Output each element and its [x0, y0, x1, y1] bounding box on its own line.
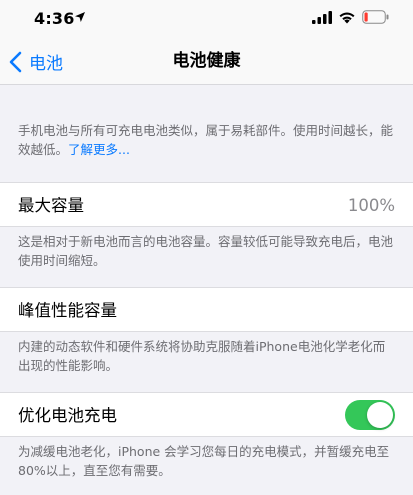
max-capacity-value: 100%	[347, 196, 395, 215]
screen: 4:36 电池健康 电池 手机电池与所有可充电电池类似，属于易耗部件。使用时间越…	[0, 0, 413, 495]
status-bar: 4:36	[0, 0, 413, 38]
peak-performance-row: 峰值性能容量	[0, 287, 413, 332]
peak-performance-label: 峰值性能容量	[18, 301, 117, 320]
wifi-icon	[339, 12, 355, 24]
back-button-label: 电池	[29, 54, 63, 74]
peak-performance-description: 内建的动态软件和硬件系统将协助克服随着iPhone电池化学老化而出现的性能影响。	[18, 339, 386, 373]
max-capacity-description: 这是相对于新电池而言的电池容量。容量较低可能导致充电后，电池使用时间缩短。	[18, 234, 394, 268]
max-capacity-label: 最大容量	[18, 196, 84, 215]
optimized-charging-description: 为减缓电池老化，iPhone 会学习您每日的充电模式，并暂缓充电至80%以上，直…	[18, 444, 390, 478]
back-button[interactable]: 电池	[8, 38, 63, 85]
cellular-signal-icon	[312, 11, 332, 24]
learn-more-link[interactable]: 了解更多...	[68, 142, 130, 157]
optimized-charging-label: 优化电池充电	[18, 406, 117, 425]
intro-text: 手机电池与所有可充电电池类似，属于易耗部件。使用时间越长，能效越低。了解更多..…	[18, 121, 396, 159]
navigation-bar: 电池健康 电池	[0, 38, 413, 85]
toggle-knob	[367, 402, 393, 428]
max-capacity-row: 最大容量 100%	[0, 182, 413, 227]
optimized-charging-toggle[interactable]	[345, 400, 395, 430]
status-time: 4:36	[34, 9, 75, 28]
location-arrow-icon	[75, 12, 85, 22]
battery-low-icon	[362, 10, 389, 24]
chevron-left-icon	[9, 51, 22, 72]
optimized-charging-row: 优化电池充电	[0, 392, 413, 437]
